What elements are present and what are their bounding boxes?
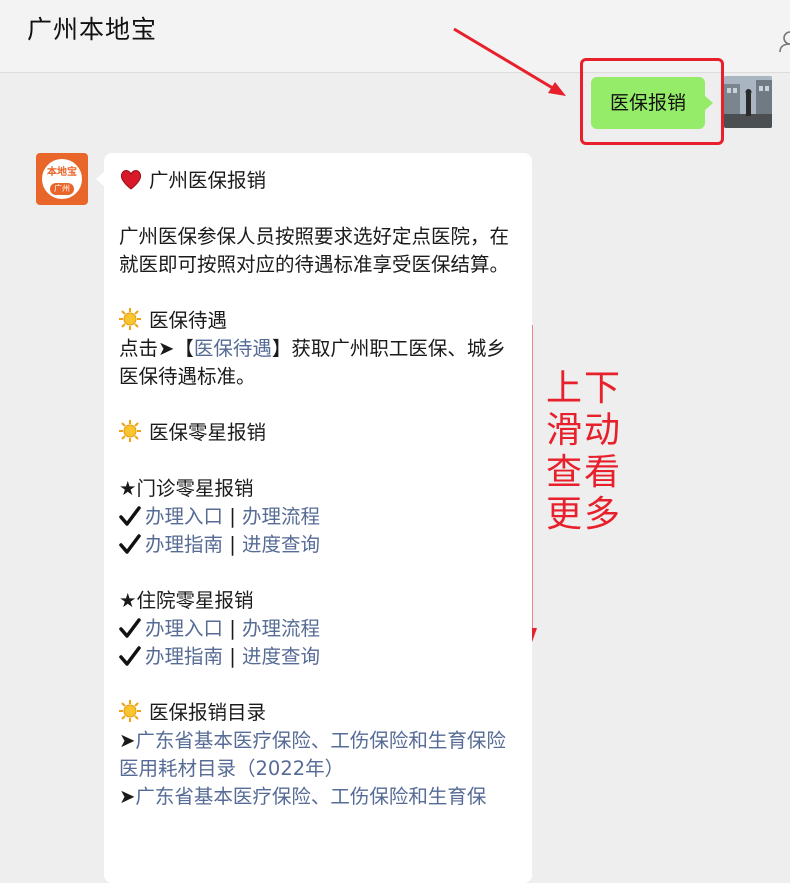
section3-heading: 医保报销目录 <box>119 699 524 727</box>
scroll-hint-line1: 上下 <box>546 368 623 409</box>
inpatient-title: ★住院零星报销 <box>119 589 254 612</box>
user-avatar[interactable] <box>724 76 772 128</box>
chat-title: 广州本地宝 <box>27 15 158 44</box>
sun-icon <box>119 308 141 330</box>
benefits-link[interactable]: 医保待遇 <box>194 337 272 360</box>
check-icon <box>119 534 141 554</box>
message-title: 广州医保报销 <box>149 169 267 192</box>
scroll-hint-line2: 滑动 <box>546 410 623 451</box>
message-title-line: 广州医保报销 <box>119 167 524 195</box>
section2-heading: 医保零星报销 <box>119 419 524 447</box>
catalog-link-2[interactable]: 广东省基本医疗保险、工伤保险和生育保 <box>135 785 486 808</box>
catalog-item-1: ➤广东省基本医疗保险、工伤保险和生育保险医用耗材目录（2022年） <box>119 729 506 780</box>
separator: | <box>229 533 236 556</box>
outgoing-bubble[interactable]: 医保报销 <box>591 77 713 129</box>
incoming-bubble: 广州医保报销 广州医保参保人员按照要求选好定点医院，在就医即可按照对应的待遇标准… <box>96 153 532 883</box>
street-photo <box>724 76 772 128</box>
maximize-icon[interactable] <box>732 0 752 8</box>
outpatient-guide-link[interactable]: 办理指南 <box>145 533 223 556</box>
profile-icon[interactable] <box>778 28 790 54</box>
logo-text: 本地宝 <box>47 167 77 178</box>
inpatient-process-link[interactable]: 办理流程 <box>242 617 320 640</box>
inpatient-row2: 办理指南 | 进度查询 <box>119 643 524 671</box>
section1-text: 点击➤【医保待遇】获取广州职工医保、城乡医保待遇标准。 <box>119 335 524 391</box>
scroll-hint-line3: 查看 <box>546 452 623 493</box>
sun-icon <box>119 700 141 722</box>
official-account-avatar[interactable]: 本地宝 广州 <box>36 153 88 205</box>
check-icon <box>119 646 141 666</box>
sun-icon <box>119 420 141 442</box>
catalog-item-2: ➤广东省基本医疗保险、工伤保险和生育保 <box>119 785 487 808</box>
scroll-hint-line4: 更多 <box>546 494 623 535</box>
check-icon <box>119 618 141 638</box>
outgoing-message: 医保报销 <box>580 58 724 145</box>
intro-text: 广州医保参保人员按照要求选好定点医院，在就医即可按照对应的待遇标准享受医保结算。 <box>119 225 510 276</box>
outpatient-process-link[interactable]: 办理流程 <box>242 505 320 528</box>
minimize-icon[interactable] <box>682 0 702 8</box>
logo-city: 广州 <box>50 183 74 195</box>
section1-title: 医保待遇 <box>149 309 228 332</box>
section3-title: 医保报销目录 <box>149 701 267 724</box>
section2-title: 医保零星报销 <box>149 421 267 444</box>
catalog-link-1[interactable]: 广东省基本医疗保险、工伤保险和生育保险医用耗材目录（2022年） <box>119 729 506 780</box>
inpatient-progress-link[interactable]: 进度查询 <box>242 645 320 668</box>
outpatient-title: ★门诊零星报销 <box>119 477 254 500</box>
outpatient-entry-link[interactable]: 办理入口 <box>145 505 223 528</box>
section1-heading: 医保待遇 <box>119 307 524 335</box>
outpatient-row2: 办理指南 | 进度查询 <box>119 531 524 559</box>
scroll-hint-annotation: 上下 滑动 查看 更多 <box>546 368 626 536</box>
heart-icon <box>120 170 142 190</box>
check-icon <box>119 506 141 526</box>
inpatient-entry-link[interactable]: 办理入口 <box>145 617 223 640</box>
pin-icon[interactable] <box>632 0 652 8</box>
message-body: 广州医保报销 广州医保参保人员按照要求选好定点医院，在就医即可按照对应的待遇标准… <box>119 167 524 811</box>
outpatient-row1: 办理入口 | 办理流程 <box>119 503 524 531</box>
separator: | <box>229 617 236 640</box>
outpatient-progress-link[interactable]: 进度查询 <box>242 533 320 556</box>
separator: | <box>229 505 236 528</box>
section1-prefix: 点击➤【 <box>119 337 194 360</box>
separator: | <box>229 645 236 668</box>
inpatient-row1: 办理入口 | 办理流程 <box>119 615 524 643</box>
inpatient-guide-link[interactable]: 办理指南 <box>145 645 223 668</box>
